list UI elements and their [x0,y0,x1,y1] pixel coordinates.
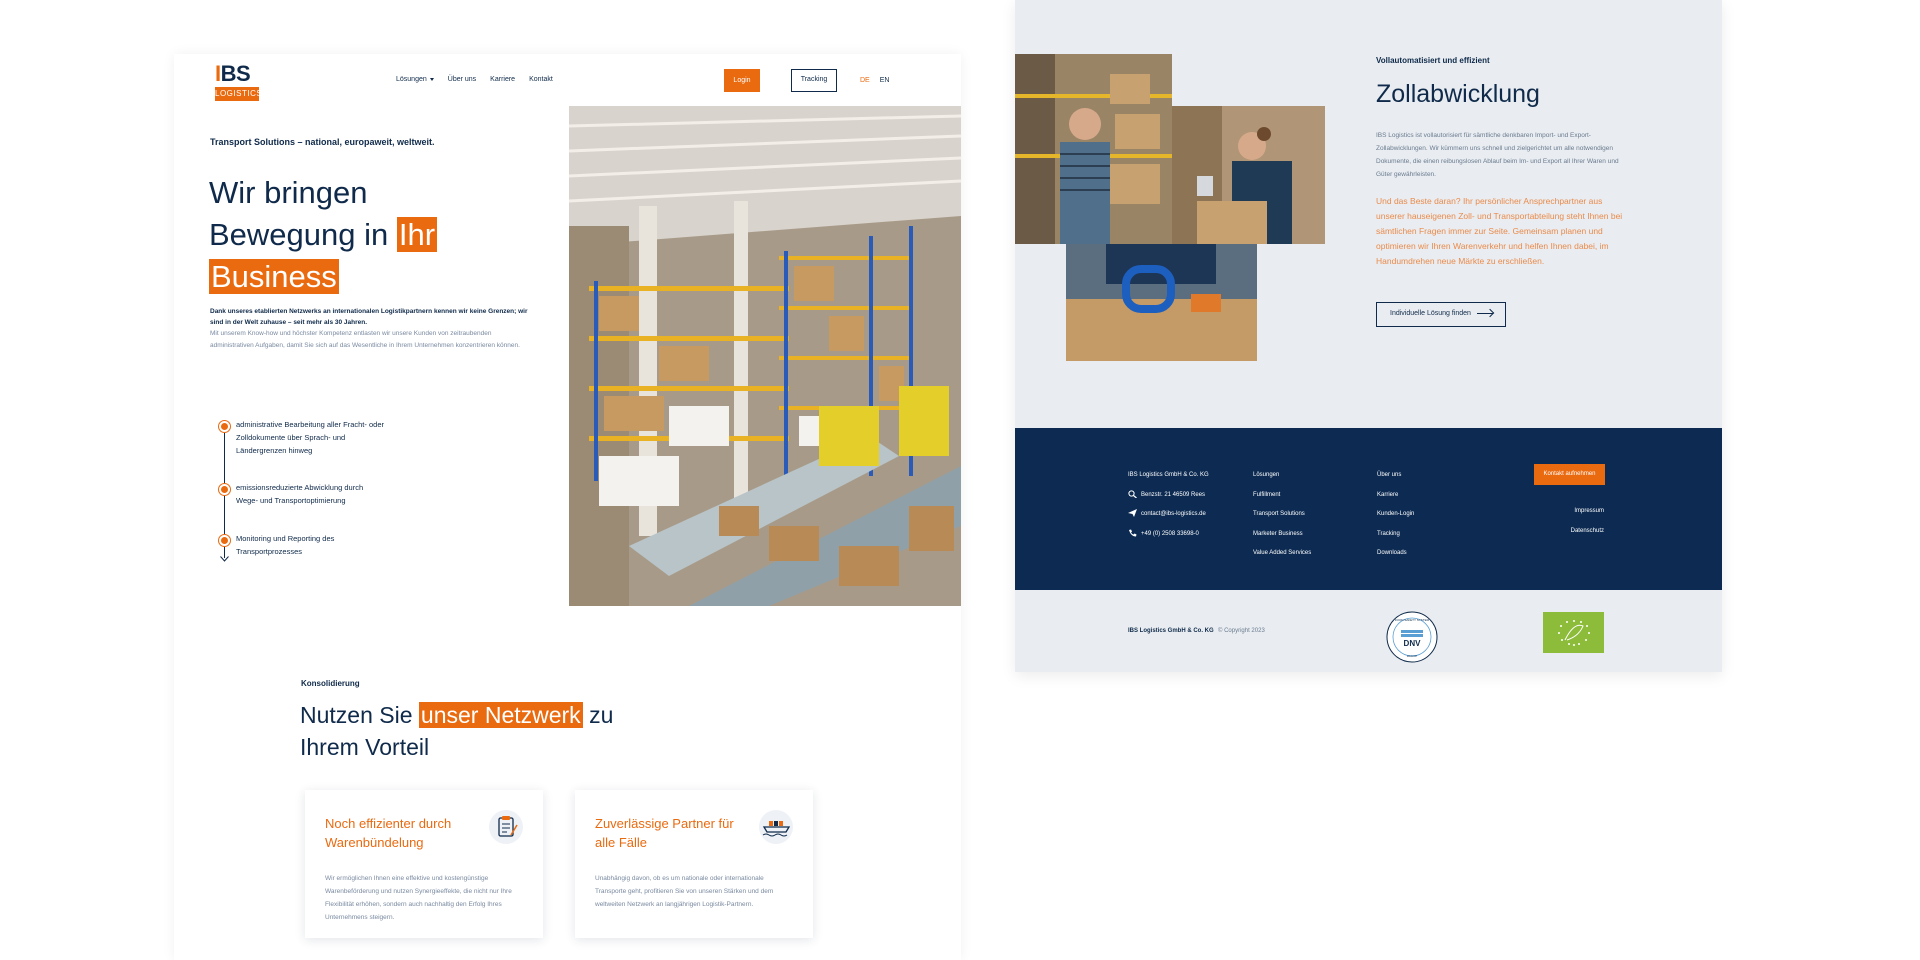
footer-link[interactable]: Fulfillment [1253,486,1311,506]
service-card: Zuverlässige Partner für alle Fälle Unab… [575,790,813,938]
title-highlight: Ihr [396,217,438,252]
login-button[interactable]: Login [724,69,760,92]
service-card: Noch effizienter durch Warenbündelung Wi… [305,790,543,938]
customs-section: Vollautomatisiert und effizient Zollabwi… [1015,0,1722,428]
arrow-right-icon [1477,313,1493,314]
hero-body: Mit unserem Know-how und höchster Kompet… [210,330,520,349]
homepage-mockup: IBS LOGISTICS Lösungen Über uns Karriere… [174,54,961,960]
nav-item-solutions[interactable]: Lösungen [396,76,434,83]
lang-en[interactable]: EN [880,77,890,84]
section-title: Zollabwicklung [1376,80,1540,108]
card-title: Zuverlässige Partner für alle Fälle [595,816,734,850]
site-header: IBS LOGISTICS Lösungen Über uns Karriere… [174,54,961,110]
footer-link[interactable]: Tracking [1377,525,1414,545]
nav-item-contact[interactable]: Kontakt [529,76,553,83]
section-kicker: Vollautomatisiert und effizient [1376,56,1490,65]
customs-page-mockup: Vollautomatisiert und effizient Zollabwi… [1015,0,1722,672]
copyright-text: © Copyright 2023 [1218,628,1265,634]
packing-photo [1066,244,1257,361]
dnv-label: DNV [1404,639,1422,648]
arrow-down-icon [220,556,229,562]
main-nav: Lösungen Über uns Karriere Kontakt [396,76,553,83]
dnv-certification-badge: DNV FOOD SAFETY SYSTEM HACCP [1385,610,1439,664]
footer-link[interactable]: Lösungen [1253,466,1311,486]
lang-de[interactable]: DE [860,77,870,84]
search-location-icon [1128,490,1137,498]
bullet-dot-icon [219,535,230,546]
impressum-link[interactable]: Impressum [1574,508,1604,514]
dnv-ring-text: FOOD SAFETY SYSTEM [1395,618,1430,622]
footer-link[interactable]: Downloads [1377,544,1414,564]
footer-links-company: Über uns Karriere Kunden-Login Tracking … [1377,466,1414,564]
title-highlight: Business [209,259,339,294]
footer-links-solutions: Lösungen Fulfillment Transport Solutions… [1253,466,1311,564]
card-body: Wir ermöglichen Ihnen eine effektive und… [325,875,512,921]
nav-item-about[interactable]: Über uns [448,76,476,83]
section-kicker: Konsolidierung [301,679,360,688]
find-solution-button[interactable]: Individuelle Lösung finden [1376,302,1506,327]
eu-organic-leaf-logo [1543,612,1604,653]
bullet-dot-icon [219,484,230,495]
worker-photo [1015,54,1172,244]
sub-footer: IBS Logistics GmbH & Co. KG © Copyright … [1015,590,1722,672]
footer-contact: IBS Logistics GmbH & Co. KG Benzstr. 21 … [1128,466,1209,544]
copyright-company: IBS Logistics GmbH & Co. KG [1128,628,1214,634]
bullet-dot-icon [219,421,230,432]
hero-lead: Dank unseres etablierten Netzwerks an in… [210,308,528,326]
hero-title: Wir bringen Bewegung in Ihr Business [209,175,438,294]
ibs-logo[interactable]: IBS LOGISTICS [215,61,262,103]
footer-company: IBS Logistics GmbH & Co. KG [1128,472,1209,478]
ship-icon [759,810,793,844]
hero-kicker: Transport Solutions – national, europawe… [210,137,435,147]
feature-timeline: administrative Bearbeitung aller Fracht-… [219,418,400,578]
dnv-bottom-text: HACCP [1407,654,1418,658]
footer-link[interactable]: Kunden-Login [1377,505,1414,525]
footer-email[interactable]: contact@ibs-logistics.de [1128,505,1209,525]
title-highlight: unser Netzwerk [418,702,583,728]
card-title: Noch effizienter durch Warenbündelung [325,816,452,850]
site-footer: IBS Logistics GmbH & Co. KG Benzstr. 21 … [1015,428,1722,590]
section-title: Nutzen Sie unser Netzwerk zu Ihrem Vorte… [300,702,614,760]
footer-link[interactable]: Karriere [1377,486,1414,506]
logo-subline: LOGISTICS [215,87,262,101]
footer-address: Benzstr. 21 46509 Rees [1128,486,1209,506]
section-body: IBS Logistics ist vollautorisiert für sä… [1376,132,1619,178]
chevron-down-icon [429,77,434,81]
section-highlight-text: Und das Beste daran? Ihr persönlicher An… [1376,196,1623,266]
footer-phone[interactable]: +49 (0) 2508 33698-0 [1128,525,1209,545]
phone-icon [1129,529,1137,537]
card-body: Unabhängig davon, ob es um nationale ode… [595,875,774,908]
footer-link[interactable]: Value Added Services [1253,544,1311,564]
send-icon [1128,509,1137,518]
contact-button[interactable]: Kontakt aufnehmen [1534,464,1605,485]
footer-link[interactable]: Marketer Business [1253,525,1311,545]
logo-wordmark: IBS [215,61,251,86]
privacy-link[interactable]: Datenschutz [1571,528,1604,534]
tracking-button[interactable]: Tracking [791,69,837,92]
warehouse-illustration [569,106,961,606]
language-switch: DE EN [860,77,889,84]
clipboard-icon [489,810,523,844]
warehouse-photo [569,106,961,606]
nav-item-careers[interactable]: Karriere [490,76,515,83]
scanner-worker-photo [1172,106,1325,244]
footer-link[interactable]: Transport Solutions [1253,505,1311,525]
footer-link[interactable]: Über uns [1377,466,1414,486]
